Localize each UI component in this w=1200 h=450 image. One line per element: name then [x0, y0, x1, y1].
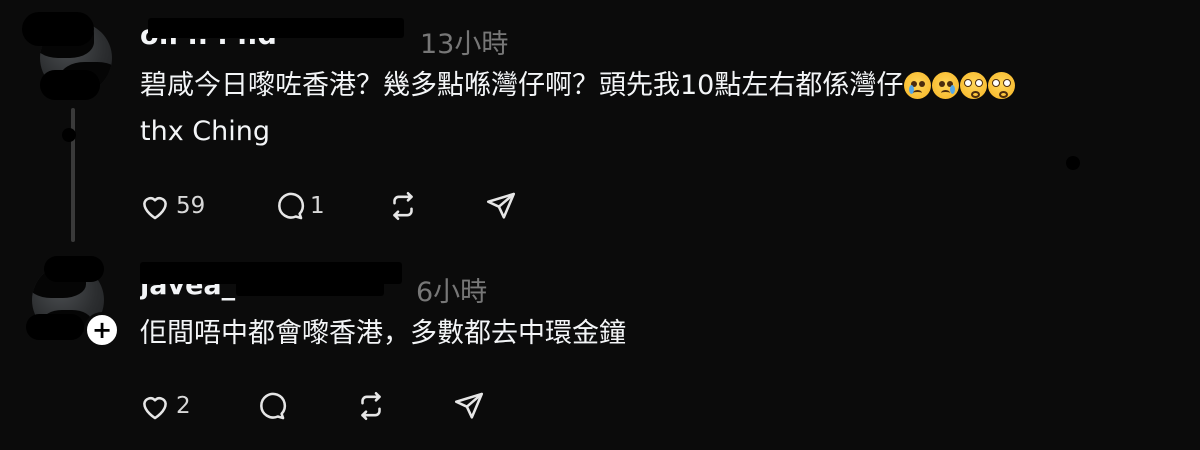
crying-face-icon — [904, 72, 932, 99]
username-redaction — [148, 18, 404, 38]
repost-icon — [361, 391, 381, 421]
redaction-scribble — [40, 70, 100, 100]
threads-reply-feed: o.ı .. . ..d 13小時 碧咸今日嚟咗香港？幾多點喺灣仔啊？頭先我10… — [0, 0, 1200, 450]
share-button[interactable] — [484, 186, 518, 226]
repost-icon — [393, 191, 413, 221]
reply-button[interactable]: 1 — [272, 186, 325, 226]
post-text: 碧咸今日嚟咗香港？幾多點喺灣仔啊？頭先我10點左右都係灣仔 — [140, 64, 1016, 108]
post-time: 6小時 — [416, 277, 488, 308]
repost-button[interactable] — [354, 386, 388, 426]
action-bar: 2 — [138, 386, 538, 426]
redaction-scribble — [26, 314, 84, 340]
like-count: 59 — [176, 193, 206, 219]
action-bar: 59 1 — [138, 186, 538, 226]
redaction-dot — [62, 128, 76, 142]
post-time: 13小時 — [420, 29, 509, 60]
send-icon — [486, 192, 516, 219]
comment-icon — [278, 192, 305, 220]
heart-icon — [143, 397, 167, 420]
crying-face-icon — [932, 72, 960, 99]
like-button[interactable]: 59 — [138, 186, 205, 226]
redaction-scribble — [44, 256, 104, 282]
comment-icon — [260, 392, 287, 420]
share-button[interactable] — [452, 386, 486, 426]
plus-icon: + — [91, 316, 113, 344]
username-redaction — [236, 278, 384, 296]
reply-count: 1 — [310, 193, 325, 219]
reply-button[interactable] — [254, 386, 288, 426]
post-text: 佢間唔中都會嚟香港，多數都去中環金鐘 — [140, 318, 626, 349]
like-button[interactable]: 2 — [138, 386, 191, 426]
repost-button[interactable] — [386, 186, 420, 226]
redaction-dot — [1066, 156, 1080, 170]
like-count: 2 — [176, 393, 191, 419]
heart-icon — [143, 197, 167, 220]
reply-post-1[interactable]: o.ı .. . ..d 13小時 碧咸今日嚟咗香港？幾多點喺灣仔啊？頭先我10… — [0, 0, 1200, 250]
send-icon — [454, 392, 484, 419]
post-text-line-2: thx Ching — [140, 116, 270, 147]
flushed-face-icon — [988, 72, 1016, 99]
flushed-face-icon — [960, 72, 988, 99]
follow-button[interactable]: + — [84, 312, 120, 348]
redaction-scribble — [22, 12, 94, 46]
reply-post-2[interactable]: + javea_ 6小時 佢間唔中都會嚟香港，多數都去中環金鐘 2 — [0, 250, 1200, 450]
post-text-line-1: 碧咸今日嚟咗香港？幾多點喺灣仔啊？頭先我10點左右都係灣仔 — [140, 70, 904, 101]
